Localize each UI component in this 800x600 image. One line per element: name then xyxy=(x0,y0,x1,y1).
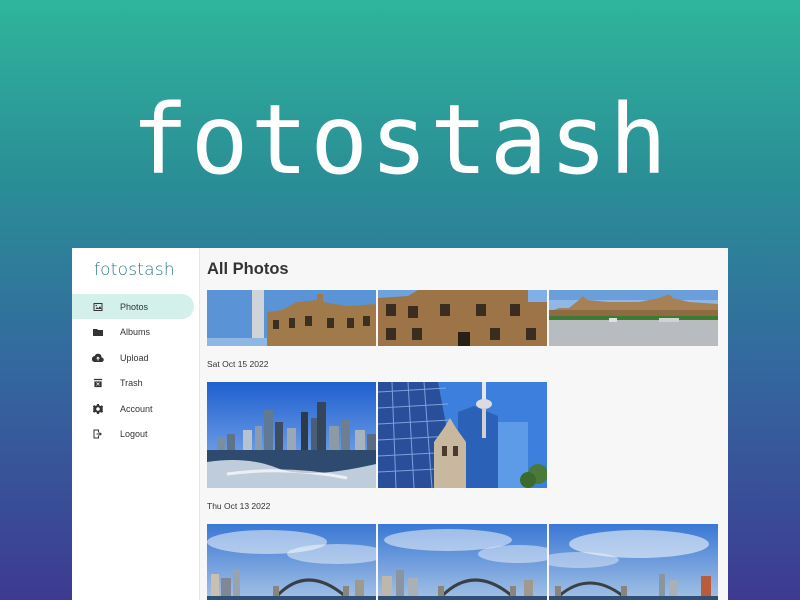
photo-row xyxy=(207,290,728,346)
cloud-upload-icon xyxy=(92,352,104,364)
brand-logo: fotostash xyxy=(94,260,175,280)
photo-row xyxy=(207,524,728,600)
photo-thumbnail[interactable] xyxy=(549,290,718,346)
sidebar-item-label: Account xyxy=(120,403,153,414)
photo-thumbnail[interactable] xyxy=(207,382,376,488)
photo-thumbnail[interactable] xyxy=(207,524,376,600)
photo-thumbnail[interactable] xyxy=(378,290,547,346)
trash-icon xyxy=(92,377,104,389)
photo-gallery: All Photos Sat Oct 15 2022 Thu Oct 13 20… xyxy=(200,248,728,600)
photo-thumbnail[interactable] xyxy=(378,382,547,488)
sidebar-item-label: Photos xyxy=(120,301,149,312)
sidebar-item-logout[interactable]: Logout xyxy=(72,422,199,447)
date-group-label: Sat Oct 15 2022 xyxy=(207,359,269,369)
image-icon xyxy=(92,301,104,313)
sidebar-item-label: Logout xyxy=(120,429,148,439)
logout-icon xyxy=(92,428,104,440)
photo-thumbnail[interactable] xyxy=(549,524,718,600)
sidebar-item-account[interactable]: Account xyxy=(72,396,199,421)
photo-row xyxy=(207,382,728,488)
sidebar-item-label: Trash xyxy=(120,378,143,388)
app-window: fotostash Photos Albums Upload Trash Acc… xyxy=(72,248,728,600)
folder-icon xyxy=(92,326,104,338)
sidebar-nav: Photos Albums Upload Trash Account Logou… xyxy=(72,294,199,447)
photo-thumbnail[interactable] xyxy=(207,290,376,346)
sidebar-item-label: Upload xyxy=(120,352,149,363)
sidebar-item-albums[interactable]: Albums xyxy=(72,320,199,345)
sidebar-item-trash[interactable]: Trash xyxy=(72,371,199,396)
sidebar: fotostash Photos Albums Upload Trash Acc… xyxy=(72,248,200,600)
page-title: All Photos xyxy=(207,260,289,278)
gear-icon xyxy=(92,403,104,415)
sidebar-item-label: Albums xyxy=(120,327,151,337)
sidebar-item-photos[interactable]: Photos xyxy=(72,294,194,319)
hero-title: fotostash xyxy=(130,84,670,196)
sidebar-item-upload[interactable]: Upload xyxy=(72,345,199,370)
photo-thumbnail[interactable] xyxy=(378,524,547,600)
date-group-label: Thu Oct 13 2022 xyxy=(207,501,271,511)
